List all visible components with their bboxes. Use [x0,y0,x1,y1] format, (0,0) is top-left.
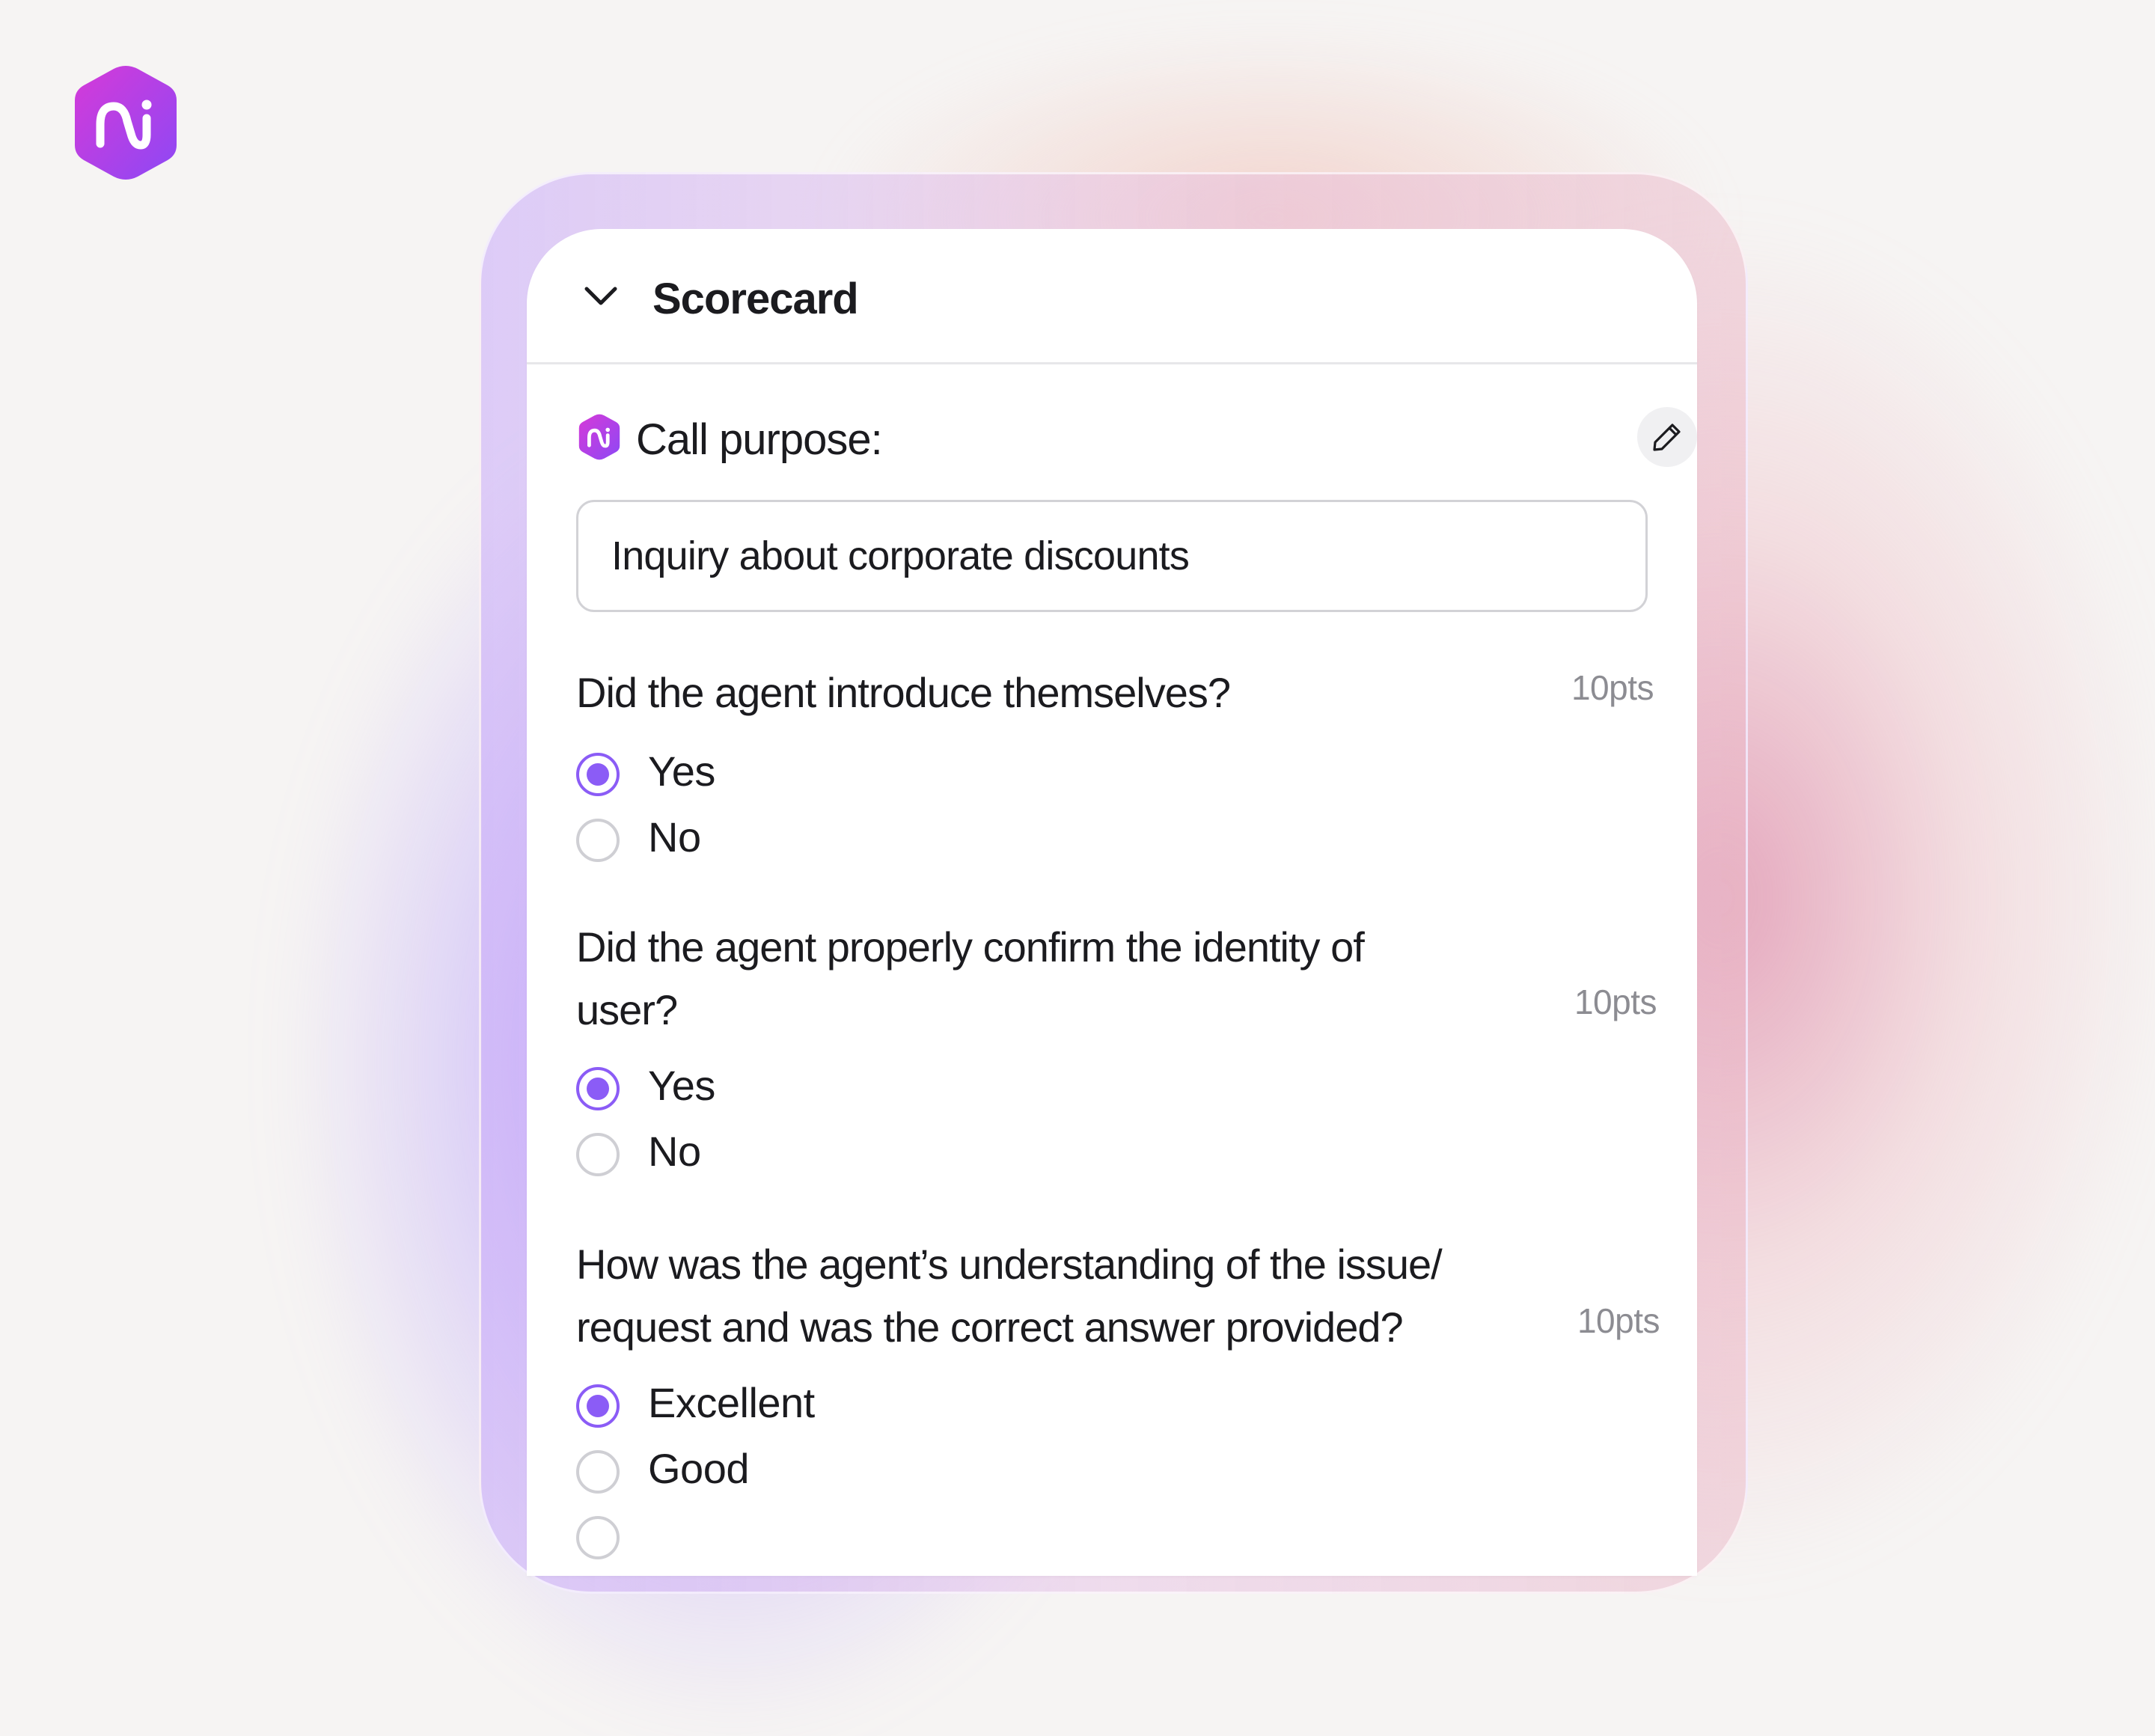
option-label: Excellent [648,1379,815,1426]
question-points: 10pts [1577,1301,1660,1340]
radio-option-no[interactable]: No [576,808,1654,874]
question-identity: Did the agent properly confirm the ident… [576,916,1657,1188]
question-text: How was the agent’s understanding of the… [576,1241,1443,1351]
scorecard-header[interactable]: Scorecard [527,229,1697,364]
option-label: Good [648,1445,750,1492]
pencil-icon [1653,424,1681,451]
question-points: 10pts [1574,982,1657,1021]
radio-button-checked[interactable] [576,1384,620,1428]
ni-hexagon-logo-icon [72,63,180,183]
option-label: No [648,813,701,861]
radio-button[interactable] [576,1516,620,1559]
option-label: No [648,1128,701,1175]
question-understanding: How was the agent’s understanding of the… [576,1233,1660,1571]
radio-option-excellent[interactable]: Excellent [576,1374,1654,1440]
radio-button-checked[interactable] [576,1067,620,1110]
radio-option-yes[interactable]: Yes [576,742,1654,808]
radio-button[interactable] [576,1450,620,1494]
radio-option-partial[interactable] [576,1506,1654,1571]
call-purpose-label: Call purpose: [636,415,883,464]
edit-call-purpose-button[interactable] [1637,407,1697,467]
radio-button-checked[interactable] [576,753,620,796]
radio-button[interactable] [576,819,620,862]
option-label: Yes [648,1062,715,1109]
radio-option-yes[interactable]: Yes [576,1057,1654,1122]
question-introduce: Did the agent introduce themselves? 10pt… [576,661,1654,874]
question-text: Did the agent introduce themselves? [576,669,1231,716]
option-label: Yes [648,748,715,795]
scorecard-panel: Scorecard Call purpose: Inquiry about co… [527,229,1697,1576]
ni-hexagon-logo-icon [578,414,620,460]
chevron-down-icon[interactable] [584,284,618,308]
radio-button[interactable] [576,1133,620,1176]
call-purpose-row: Call purpose: [575,407,1697,467]
question-points: 10pts [1571,668,1654,707]
radio-option-no[interactable]: No [576,1122,1654,1188]
radio-option-good[interactable]: Good [576,1440,1654,1506]
question-text: Did the agent properly confirm the ident… [576,923,1365,1033]
scorecard-title: Scorecard [652,275,859,323]
call-purpose-field[interactable]: Inquiry about corporate discounts [576,500,1648,612]
